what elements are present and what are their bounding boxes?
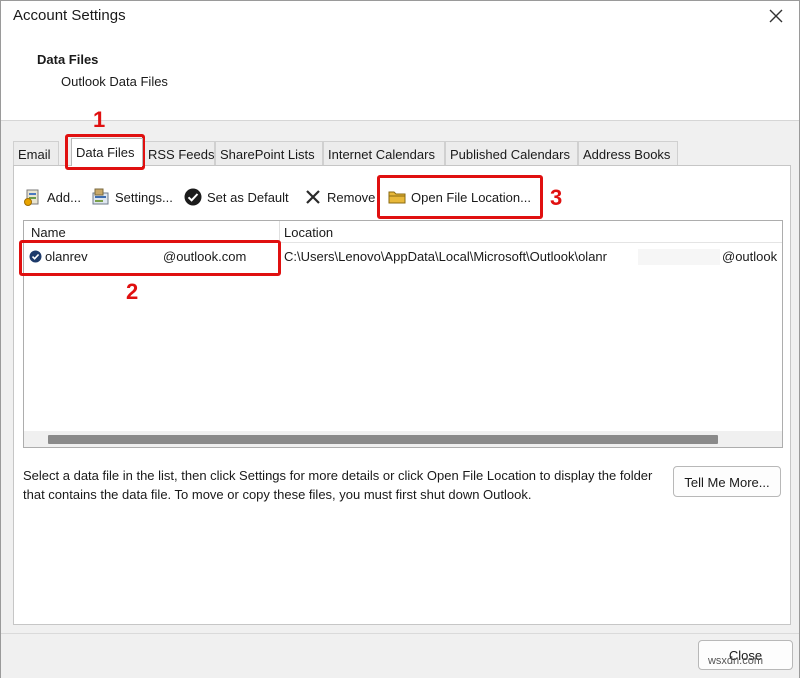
- title-bar: Account Settings: [1, 1, 799, 31]
- redaction-block: [638, 249, 720, 265]
- tab-internet-calendars[interactable]: Internet Calendars: [323, 141, 445, 166]
- add-button[interactable]: Add...: [23, 185, 81, 209]
- list-header: Name Location: [24, 221, 782, 243]
- data-file-location-start: C:\Users\Lenovo\AppData\Local\Microsoft\…: [284, 249, 607, 264]
- data-file-name-start: olanrev: [45, 249, 88, 264]
- set-as-default-label: Set as Default: [207, 189, 289, 205]
- account-settings-window: Account Settings Data Files Outlook Data…: [0, 0, 800, 678]
- table-row[interactable]: olanrev @outlook.com C:\Users\Lenovo\App…: [24, 246, 782, 268]
- dialog-footer: [1, 633, 799, 678]
- callout-number-2: 2: [126, 279, 139, 304]
- default-check-icon: [29, 250, 42, 266]
- settings-button[interactable]: Settings...: [91, 185, 173, 209]
- dialog-header: Data Files Outlook Data Files: [1, 31, 799, 121]
- add-button-label: Add...: [47, 189, 81, 205]
- scrollbar-thumb[interactable]: [48, 435, 718, 444]
- remove-button-label: Remove: [327, 189, 376, 205]
- data-file-location-end: @outlook: [722, 249, 778, 264]
- callout-number-1: 1: [93, 107, 106, 132]
- set-as-default-button[interactable]: Set as Default: [183, 185, 289, 209]
- remove-x-icon: [303, 187, 323, 207]
- horizontal-scrollbar[interactable]: [24, 431, 782, 447]
- data-files-list[interactable]: Name Location olanrev @outlook.com C:\Us…: [23, 220, 783, 448]
- open-file-location-button[interactable]: Open File Location...: [387, 185, 531, 209]
- header-title: Data Files: [37, 52, 99, 67]
- checkmark-circle-icon: [183, 187, 203, 207]
- help-description: Select a data file in the list, then cli…: [23, 468, 653, 502]
- tab-data-files[interactable]: Data Files: [71, 138, 143, 166]
- open-file-location-label: Open File Location...: [411, 189, 531, 205]
- callout-number-3: 3: [550, 185, 563, 210]
- remove-button[interactable]: Remove: [303, 185, 375, 209]
- column-header-name[interactable]: Name: [31, 225, 66, 240]
- tab-email[interactable]: Email: [13, 141, 59, 166]
- tab-published-calendars[interactable]: Published Calendars: [445, 141, 578, 166]
- tab-address-books[interactable]: Address Books: [578, 141, 678, 166]
- close-icon[interactable]: [765, 5, 787, 27]
- add-datafile-icon: [23, 187, 43, 207]
- watermark: wsxdn.com: [707, 655, 763, 667]
- column-header-location[interactable]: Location: [284, 225, 333, 240]
- tell-me-more-button[interactable]: Tell Me More...: [673, 466, 781, 497]
- column-divider[interactable]: [279, 221, 280, 243]
- settings-button-label: Settings...: [115, 189, 173, 205]
- data-file-name-end: @outlook.com: [163, 249, 247, 264]
- header-subtitle: Outlook Data Files: [61, 74, 168, 89]
- tab-sharepoint-lists[interactable]: SharePoint Lists: [215, 141, 323, 166]
- settings-icon: [91, 187, 111, 207]
- folder-icon: [387, 187, 407, 207]
- window-title: Account Settings: [13, 7, 126, 24]
- tab-rss-feeds[interactable]: RSS Feeds: [143, 141, 215, 166]
